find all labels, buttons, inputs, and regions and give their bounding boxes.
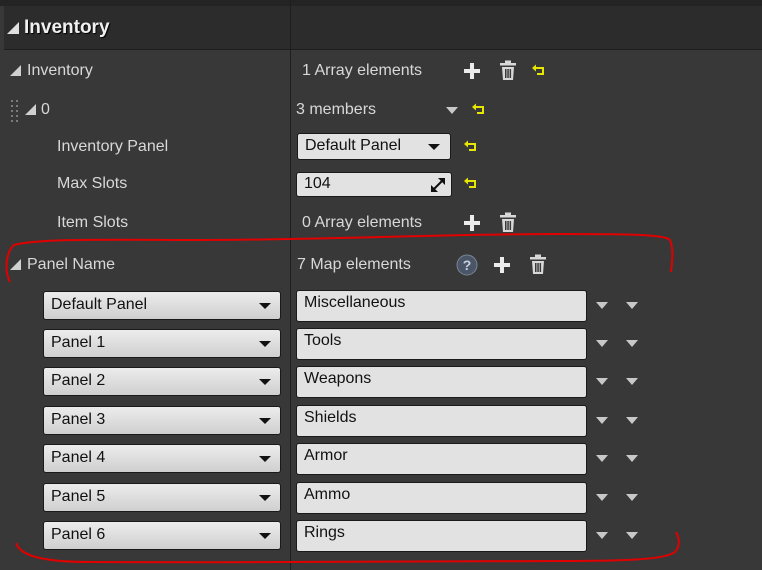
expand-diagonal-icon[interactable] xyxy=(431,178,445,192)
inventory-panel-label: Inventory Panel xyxy=(57,138,169,155)
chevron-down-icon[interactable] xyxy=(596,494,608,501)
plus-icon[interactable] xyxy=(463,214,481,232)
chevron-down-icon xyxy=(259,533,271,539)
category-title: Inventory xyxy=(24,17,110,38)
chevron-down-icon xyxy=(259,456,271,462)
max-slots-row: Max Slots 104 xyxy=(0,165,762,203)
chevron-down-icon xyxy=(259,341,271,347)
inventory-row: Inventory 1 Array elements xyxy=(0,52,762,90)
reset-arrow-icon[interactable] xyxy=(464,140,478,153)
map-entry: Panel 2 Weapons xyxy=(0,366,762,398)
collapse-arrow-icon[interactable] xyxy=(7,22,19,34)
map-value-text: Shields xyxy=(304,409,357,426)
chevron-down-icon[interactable] xyxy=(596,532,608,539)
panel-name-label: Panel Name xyxy=(27,256,116,273)
item-slots-row: Item Slots 0 Array elements xyxy=(0,204,762,242)
chevron-down-icon[interactable] xyxy=(596,302,608,309)
inventory-label: Inventory xyxy=(27,62,93,79)
inventory-panel-row: Inventory Panel Default Panel xyxy=(0,128,762,166)
chevron-down-icon[interactable] xyxy=(626,494,638,501)
map-value-text: Tools xyxy=(304,332,342,349)
trash-icon[interactable] xyxy=(499,60,517,81)
map-value-text: Miscellaneous xyxy=(304,294,406,311)
map-entry: Panel 1 Tools xyxy=(0,328,762,360)
max-slots-input[interactable]: 104 xyxy=(296,172,452,197)
plus-icon[interactable] xyxy=(493,256,511,274)
map-key-value: Panel 1 xyxy=(51,334,106,351)
trash-icon[interactable] xyxy=(499,212,517,233)
max-slots-value: 104 xyxy=(304,175,331,192)
category-header[interactable]: Inventory xyxy=(4,6,762,50)
map-key-dropdown[interactable]: Default Panel xyxy=(43,291,281,320)
chevron-down-icon[interactable] xyxy=(626,340,638,347)
map-elements-count: 7 Map elements xyxy=(297,256,411,273)
element-index-label: 0 xyxy=(41,101,50,118)
expand-arrow-icon[interactable] xyxy=(10,259,21,270)
map-value-text: Armor xyxy=(304,447,348,464)
map-value-text: Rings xyxy=(304,524,345,541)
svg-text:?: ? xyxy=(463,257,472,273)
chevron-down-icon xyxy=(259,303,271,309)
reset-arrow-icon[interactable] xyxy=(472,103,486,116)
map-value-input[interactable]: Tools xyxy=(296,328,587,360)
map-value-input[interactable]: Ammo xyxy=(296,482,587,514)
map-entry: Panel 5 Ammo xyxy=(0,482,762,514)
grip-icon[interactable] xyxy=(11,100,19,122)
map-key-dropdown[interactable]: Panel 3 xyxy=(43,406,281,435)
inventory-count: 1 Array elements xyxy=(302,62,423,79)
map-value-input[interactable]: Miscellaneous xyxy=(296,290,587,322)
map-value-input[interactable]: Shields xyxy=(296,405,587,437)
reset-arrow-icon[interactable] xyxy=(532,64,546,77)
map-value-input[interactable]: Armor xyxy=(296,443,587,475)
inventory-panel-dropdown[interactable]: Default Panel xyxy=(297,133,451,160)
max-slots-label: Max Slots xyxy=(57,175,128,192)
map-key-value: Panel 3 xyxy=(51,411,106,428)
map-key-dropdown[interactable]: Panel 1 xyxy=(43,329,281,358)
chevron-down-icon[interactable] xyxy=(596,340,608,347)
chevron-down-icon[interactable] xyxy=(626,417,638,424)
panel-name-row: Panel Name 7 Map elements ? xyxy=(0,246,762,284)
map-key-dropdown[interactable]: Panel 4 xyxy=(43,444,281,473)
map-value-text: Weapons xyxy=(304,370,372,387)
map-key-value: Panel 2 xyxy=(51,372,106,389)
element-0-row: 0 3 members xyxy=(0,91,762,129)
reset-arrow-icon[interactable] xyxy=(464,177,478,190)
expand-arrow-icon[interactable] xyxy=(10,65,21,76)
map-key-dropdown[interactable]: Panel 6 xyxy=(43,521,281,550)
chevron-down-icon[interactable] xyxy=(596,378,608,385)
members-count: 3 members xyxy=(296,101,377,118)
item-slots-label: Item Slots xyxy=(57,214,129,231)
map-entry: Panel 3 Shields xyxy=(0,405,762,437)
plus-icon[interactable] xyxy=(463,62,481,80)
map-value-input[interactable]: Weapons xyxy=(296,366,587,398)
map-entry: Default Panel Miscellaneous xyxy=(0,290,762,322)
map-entry: Panel 6 Rings xyxy=(0,520,762,552)
map-key-value: Panel 5 xyxy=(51,488,106,505)
map-key-value: Panel 6 xyxy=(51,526,106,543)
expand-arrow-icon[interactable] xyxy=(25,104,36,115)
chevron-down-icon[interactable] xyxy=(446,107,458,114)
map-key-dropdown[interactable]: Panel 2 xyxy=(43,367,281,396)
inventory-panel-value: Default Panel xyxy=(305,137,402,154)
chevron-down-icon xyxy=(428,144,440,150)
chevron-down-icon[interactable] xyxy=(626,378,638,385)
chevron-down-icon[interactable] xyxy=(626,532,638,539)
chevron-down-icon[interactable] xyxy=(596,455,608,462)
help-icon[interactable]: ? xyxy=(456,254,478,276)
map-key-value: Default Panel xyxy=(51,296,148,313)
trash-icon[interactable] xyxy=(529,254,547,275)
chevron-down-icon[interactable] xyxy=(626,455,638,462)
chevron-down-icon xyxy=(259,379,271,385)
map-value-input[interactable]: Rings xyxy=(296,520,587,552)
chevron-down-icon[interactable] xyxy=(626,302,638,309)
chevron-down-icon[interactable] xyxy=(596,417,608,424)
chevron-down-icon xyxy=(259,418,271,424)
map-key-value: Panel 4 xyxy=(51,449,106,466)
map-entry: Panel 4 Armor xyxy=(0,443,762,475)
chevron-down-icon xyxy=(259,495,271,501)
map-key-dropdown[interactable]: Panel 5 xyxy=(43,483,281,512)
map-value-text: Ammo xyxy=(304,486,351,503)
item-slots-count: 0 Array elements xyxy=(302,214,423,231)
